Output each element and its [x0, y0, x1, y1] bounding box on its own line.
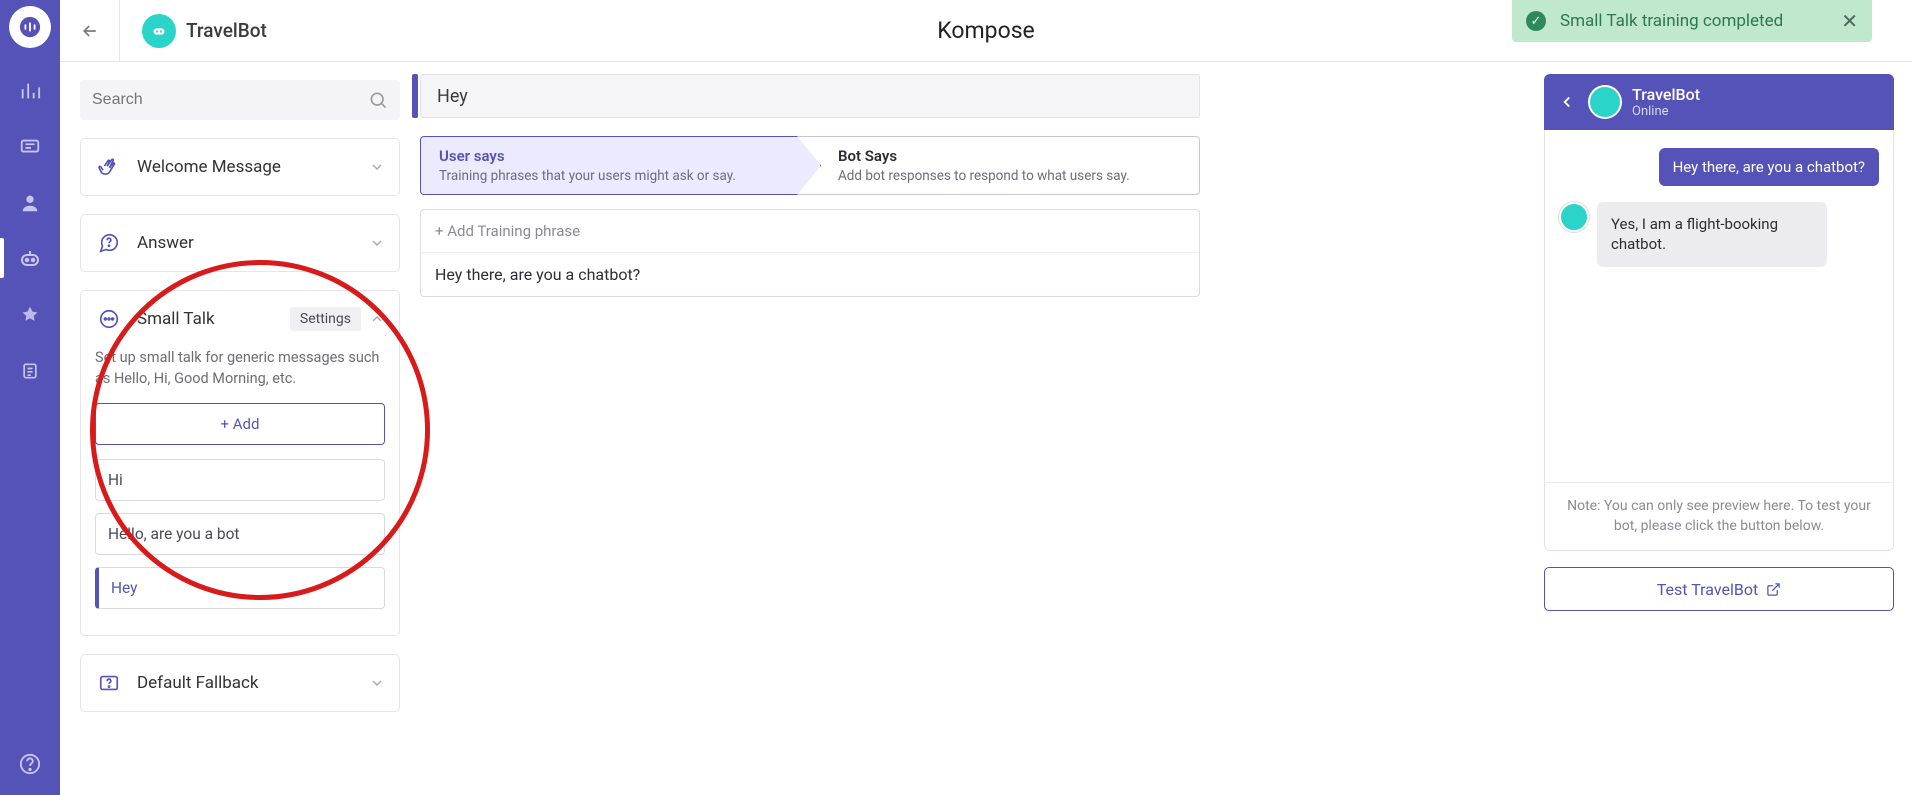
- chevron-up-icon[interactable]: [369, 311, 385, 327]
- settings-button[interactable]: Settings: [290, 307, 361, 331]
- preview-avatar: [1588, 85, 1622, 119]
- chat-bot-avatar: [1559, 202, 1589, 232]
- test-bot-label: Test TravelBot: [1657, 580, 1758, 599]
- section-small-talk: Small Talk Settings Set up small talk fo…: [80, 290, 400, 636]
- test-bot-button[interactable]: Test TravelBot: [1544, 567, 1894, 611]
- chat-user-msg: Hey there, are you a chatbot?: [1659, 148, 1879, 186]
- add-training-phrase[interactable]: + Add Training phrase: [421, 210, 1199, 253]
- talk-item-selected[interactable]: Hey: [95, 567, 385, 609]
- preview-header: TravelBot Online: [1544, 74, 1894, 130]
- section-fallback[interactable]: Default Fallback: [80, 654, 400, 712]
- wave-icon: [95, 153, 123, 181]
- clipboard-icon[interactable]: [17, 358, 43, 384]
- notification-toast: ✓ Small Talk training completed ✕: [1512, 0, 1872, 42]
- rocket-icon[interactable]: [17, 302, 43, 328]
- step-bot-says[interactable]: Bot Says Add bot responses to respond to…: [797, 136, 1200, 195]
- preview-bot-name: TravelBot: [1632, 85, 1700, 104]
- question-bubble-icon: [95, 229, 123, 257]
- section-answer[interactable]: Answer: [80, 214, 400, 272]
- intent-title: Hey: [420, 74, 1200, 118]
- app-logo[interactable]: [9, 6, 51, 48]
- chat-dots-icon: [95, 305, 123, 333]
- training-phrase-item[interactable]: Hey there, are you a chatbot?: [421, 253, 1199, 296]
- chat-icon[interactable]: [17, 134, 43, 160]
- small-talk-desc: Set up small talk for generic messages s…: [95, 347, 385, 389]
- chevron-down-icon: [369, 159, 385, 175]
- section-welcome[interactable]: Welcome Message: [80, 138, 400, 196]
- bot-name-label: TravelBot: [186, 19, 267, 42]
- talk-item[interactable]: Hello, are you a bot: [95, 513, 385, 555]
- section-fallback-label: Default Fallback: [137, 673, 259, 693]
- users-icon[interactable]: [17, 190, 43, 216]
- search-box[interactable]: [80, 80, 400, 120]
- bot-avatar: [142, 14, 176, 48]
- preview-back-icon[interactable]: [1558, 93, 1576, 111]
- search-icon: [368, 90, 388, 110]
- page-title: Kompose: [937, 17, 1035, 44]
- active-indicator: [412, 74, 418, 118]
- preview-panel: TravelBot Online Hey there, are you a ch…: [1544, 74, 1894, 611]
- chat-bot-msg: Yes, I am a flight-booking chatbot.: [1597, 202, 1827, 267]
- talk-item[interactable]: Hi: [95, 459, 385, 501]
- toast-text: Small Talk training completed: [1560, 11, 1783, 31]
- step-bot-desc: Add bot responses to respond to what use…: [838, 168, 1183, 184]
- section-answer-label: Answer: [137, 233, 194, 253]
- section-welcome-label: Welcome Message: [137, 157, 281, 177]
- analytics-icon[interactable]: [17, 78, 43, 104]
- fallback-icon: [95, 669, 123, 697]
- check-icon: ✓: [1526, 11, 1546, 31]
- back-button[interactable]: [60, 0, 120, 61]
- search-input[interactable]: [92, 91, 368, 109]
- bot-icon[interactable]: [17, 246, 43, 272]
- step-bot-title: Bot Says: [838, 147, 1183, 165]
- left-panel: Welcome Message Answer Small Talk Settin…: [80, 80, 400, 712]
- preview-note: Note: You can only see preview here. To …: [1544, 482, 1894, 551]
- external-link-icon: [1766, 582, 1781, 597]
- close-icon[interactable]: ✕: [1841, 9, 1858, 33]
- steps-row: User says Training phrases that your use…: [420, 136, 1200, 195]
- step-user-title: User says: [439, 147, 784, 165]
- step-user-says[interactable]: User says Training phrases that your use…: [420, 136, 821, 195]
- chevron-down-icon: [369, 235, 385, 251]
- step-user-desc: Training phrases that your users might a…: [439, 168, 784, 184]
- add-button[interactable]: + Add: [95, 403, 385, 445]
- sidebar-nav: [0, 0, 60, 795]
- chat-body: Hey there, are you a chatbot? Yes, I am …: [1544, 130, 1894, 482]
- preview-status: Online: [1632, 104, 1700, 119]
- main-editor: Hey User says Training phrases that your…: [420, 74, 1200, 297]
- section-small-talk-label: Small Talk: [137, 309, 215, 329]
- help-icon[interactable]: [17, 751, 43, 777]
- training-phrases-box: + Add Training phrase Hey there, are you…: [420, 209, 1200, 297]
- chevron-down-icon: [369, 675, 385, 691]
